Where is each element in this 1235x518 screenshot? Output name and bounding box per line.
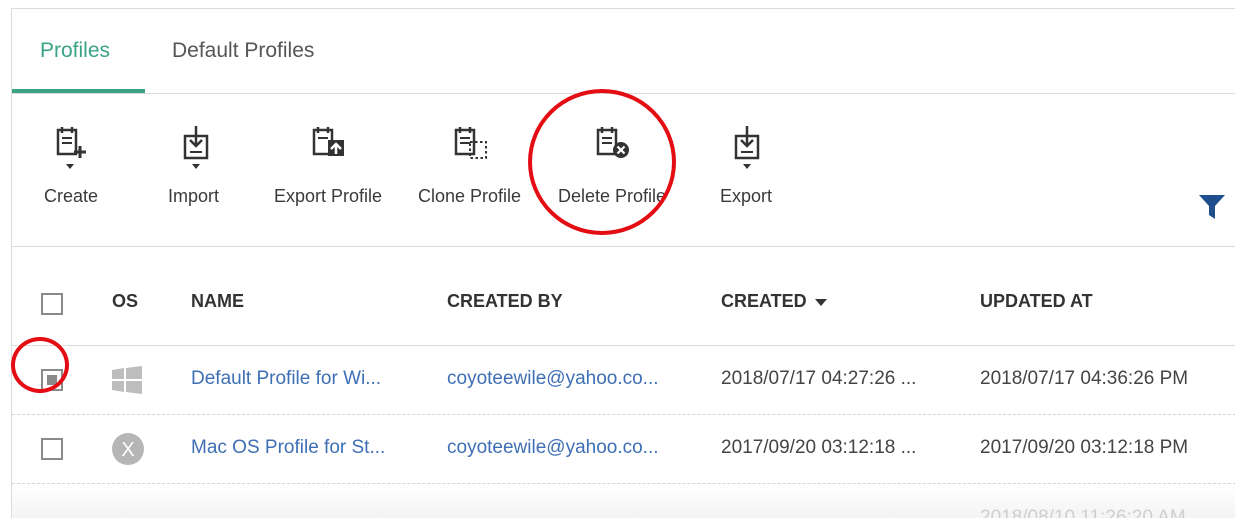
delete-profile-icon [596, 127, 629, 158]
updated-date: 2017/09/20 03:12:18 PM [980, 437, 1189, 458]
tab-default-profiles[interactable]: Default Profiles [172, 39, 314, 63]
svg-text:X: X [121, 439, 134, 461]
profile-name-link[interactable]: Default Profile for Wi... [191, 368, 381, 390]
table-header: OS NAME CREATED BY CREATED UPDATED AT [12, 247, 1235, 346]
created-date: 2017/09/20 03:12:18 ... [721, 437, 917, 458]
create-button[interactable]: Create [42, 94, 112, 246]
row-checkbox[interactable] [41, 369, 63, 391]
sort-desc-icon [814, 298, 827, 306]
delete-profile-label: Delete Profile [558, 186, 667, 206]
profiles-panel: Profiles Default Profiles Create Import … [11, 8, 1235, 518]
column-created-label: CREATED [721, 291, 807, 311]
column-created-by[interactable]: CREATED BY [447, 291, 563, 312]
column-name[interactable]: NAME [191, 291, 244, 312]
filter-icon[interactable] [1198, 194, 1226, 220]
row-checkbox[interactable] [41, 438, 63, 460]
table-row[interactable]: Default Profile for Wi... coyoteewile@ya… [12, 346, 1235, 415]
export-label: Export [720, 186, 773, 206]
column-updated-at[interactable]: UPDATED AT [980, 291, 1093, 312]
column-created[interactable]: CREATED [721, 291, 827, 312]
import-label: Import [168, 186, 220, 206]
tab-bar: Profiles Default Profiles [12, 9, 1235, 94]
export-button[interactable]: Export [718, 94, 788, 246]
partial-row-updated: 2018/08/10 11:26:20 AM [980, 507, 1186, 518]
created-by-link[interactable]: coyoteewile@yahoo.co... [447, 437, 659, 459]
clone-profile-label: Clone Profile [418, 186, 522, 206]
import-icon [183, 126, 209, 169]
create-profile-icon [56, 127, 86, 169]
windows-icon [112, 366, 142, 394]
select-all-checkbox[interactable] [41, 293, 63, 315]
export-icon [734, 126, 760, 169]
clone-profile-icon [454, 127, 487, 159]
export-profile-label: Export Profile [274, 186, 383, 206]
created-date: 2018/07/17 04:27:26 ... [721, 368, 917, 389]
updated-date: 2018/07/17 04:36:26 PM [980, 368, 1189, 389]
toolbar: Create Import Export Profile Clone Profi… [12, 94, 1235, 247]
export-profile-button[interactable]: Export Profile [274, 94, 394, 246]
profile-name-link[interactable]: Mac OS Profile for St... [191, 437, 385, 459]
export-profile-icon [312, 127, 344, 156]
tab-profiles[interactable]: Profiles [40, 39, 110, 63]
clone-profile-button[interactable]: Clone Profile [418, 94, 530, 246]
import-button[interactable]: Import [167, 94, 237, 246]
table-row[interactable]: X Mac OS Profile for St... coyoteewile@y… [12, 415, 1235, 484]
create-label: Create [44, 186, 99, 206]
active-tab-indicator [12, 89, 145, 93]
delete-profile-button[interactable]: Delete Profile [556, 94, 676, 246]
created-by-link[interactable]: coyoteewile@yahoo.co... [447, 368, 659, 390]
mac-os-icon: X [112, 433, 144, 465]
column-os[interactable]: OS [112, 291, 138, 312]
